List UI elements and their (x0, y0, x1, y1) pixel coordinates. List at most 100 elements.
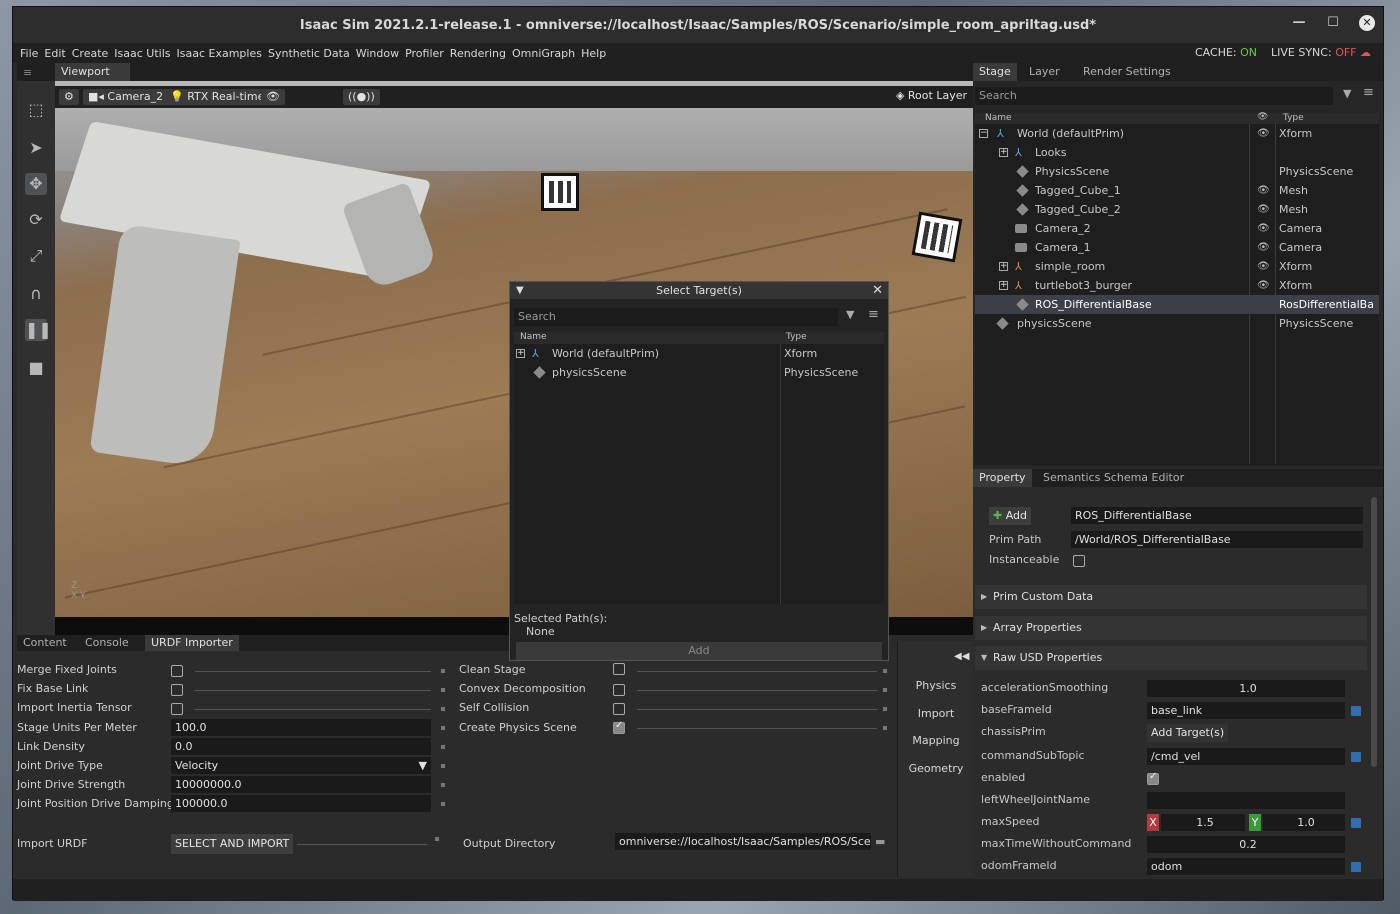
dialog-search-input[interactable]: Search (514, 308, 838, 326)
close-button[interactable]: ✕ (1359, 15, 1375, 31)
stage-row[interactable]: physicsScene PhysicsScene (975, 314, 1379, 333)
filter-icon[interactable]: ▼ (846, 308, 854, 321)
joint-drive-type-select[interactable]: Velocity ▼ (171, 757, 431, 774)
convex-decomposition-checkbox[interactable] (613, 684, 625, 696)
select-and-import-button[interactable]: SELECT AND IMPORT (171, 834, 294, 854)
menu-omnigraph[interactable]: OmniGraph (509, 47, 578, 60)
eye-icon[interactable]: 👁 (1257, 124, 1270, 143)
reset-dot[interactable] (441, 726, 445, 730)
tab-console[interactable]: Console (79, 635, 135, 651)
command-sub-topic-field[interactable]: /cmd_vel (1147, 748, 1345, 765)
instanceable-checkbox[interactable] (1073, 555, 1085, 567)
tree-row[interactable]: physicsScene PhysicsScene (514, 363, 884, 382)
reset-dot[interactable] (883, 707, 887, 711)
create-physics-scene-checkbox[interactable] (613, 720, 625, 734)
tab-layer[interactable]: Layer (1023, 63, 1066, 81)
drag-handle-icon[interactable]: ≡ (23, 66, 32, 79)
hamburger-menu-icon[interactable]: ≡ (868, 307, 879, 322)
expand-plus-icon[interactable]: + (999, 262, 1008, 271)
stage-row[interactable]: Tagged_Cube_2 👁 Mesh (975, 200, 1379, 219)
section-array-properties[interactable]: ▶ Array Properties (975, 616, 1367, 640)
scale-icon[interactable]: ⤢ (25, 245, 47, 267)
minimize-button[interactable]: — (1291, 15, 1307, 31)
tab-render-settings[interactable]: Render Settings (1077, 63, 1177, 81)
eye-icon[interactable]: 👁 (1257, 200, 1270, 219)
odom-frame-id-field[interactable]: odom (1147, 858, 1345, 875)
tab-property[interactable]: Property (973, 469, 1032, 487)
menu-edit[interactable]: Edit (41, 47, 68, 60)
prim-path-field[interactable]: /World/ROS_DifferentialBase (1071, 531, 1363, 548)
hamburger-menu-icon[interactable]: ≡ (1363, 85, 1374, 100)
left-wheel-joint-name-field[interactable] (1147, 792, 1345, 809)
camera-dropdown[interactable]: ■◂ Camera_2 (83, 89, 169, 105)
collapse-left-icon[interactable]: ◀◀ (954, 651, 969, 662)
self-collision-checkbox[interactable] (613, 703, 625, 715)
prim-name-field[interactable]: ROS_DifferentialBase (1071, 507, 1363, 524)
section-prim-custom-data[interactable]: ▶ Prim Custom Data (975, 585, 1367, 609)
broadcast-icon[interactable]: ((●)) (343, 89, 380, 105)
max-time-without-command-field[interactable]: 0.2 (1147, 836, 1345, 853)
folder-icon[interactable]: ▬ (875, 835, 885, 848)
snap-magnet-icon[interactable]: ∩ (25, 283, 47, 305)
clean-stage-checkbox[interactable] (613, 663, 625, 675)
tab-stage[interactable]: Stage (973, 63, 1017, 81)
tab-content[interactable]: Content (17, 635, 73, 651)
stage-row[interactable]: PhysicsScene PhysicsScene (975, 162, 1379, 181)
reset-dot[interactable] (441, 802, 445, 806)
expand-plus-icon[interactable]: + (999, 148, 1008, 157)
collapse-minus-icon[interactable]: − (979, 129, 988, 138)
tab-urdf-importer[interactable]: URDF Importer (145, 635, 239, 651)
tab-viewport[interactable]: Viewport (55, 63, 130, 81)
select-arrow-icon[interactable]: ➤ (25, 137, 47, 159)
collapse-triangle-icon[interactable]: ▼ (516, 282, 524, 299)
stage-row[interactable]: − ⅄ World (defaultPrim) 👁 Xform (975, 124, 1379, 143)
side-tab-import[interactable]: Import (898, 707, 974, 720)
reset-dot[interactable] (435, 837, 439, 841)
menu-window[interactable]: Window (353, 47, 402, 60)
modified-indicator[interactable] (1351, 706, 1361, 716)
live-sync-status[interactable]: LIVE SYNC: OFF ☁ (1271, 46, 1371, 59)
import-inertia-tensor-checkbox[interactable] (171, 703, 183, 715)
expand-plus-icon[interactable]: + (516, 349, 525, 358)
fix-base-link-checkbox[interactable] (171, 684, 183, 696)
side-tab-geometry[interactable]: Geometry (898, 762, 974, 775)
menu-file[interactable]: File (17, 47, 41, 60)
max-speed-x-field[interactable]: 1.5 (1161, 814, 1245, 831)
max-speed-y-field[interactable]: 1.0 (1263, 814, 1345, 831)
maximize-button[interactable]: ☐ (1325, 15, 1341, 31)
eye-icon[interactable]: 👁 (1257, 238, 1270, 257)
apriltag-cube-1[interactable] (541, 173, 579, 211)
link-density-field[interactable]: 0.0 (171, 738, 431, 755)
reset-dot[interactable] (441, 745, 445, 749)
reset-dot[interactable] (441, 669, 445, 673)
eye-icon[interactable]: 👁 (1257, 276, 1270, 295)
stage-row[interactable]: + ⅄ turtlebot3_burger 👁 Xform (975, 276, 1379, 295)
modified-indicator[interactable] (1351, 862, 1361, 872)
renderer-dropdown[interactable]: 💡 RTX Real-time (165, 89, 270, 105)
modified-indicator[interactable] (1351, 752, 1361, 762)
menu-isaac-utils[interactable]: Isaac Utils (111, 47, 173, 60)
merge-fixed-joints-checkbox[interactable] (171, 665, 183, 677)
close-icon[interactable]: ✕ (872, 282, 883, 299)
acceleration-smoothing-field[interactable]: 1.0 (1147, 680, 1345, 697)
menu-isaac-examples[interactable]: Isaac Examples (174, 47, 265, 60)
reset-dot[interactable] (441, 783, 445, 787)
stage-units-field[interactable]: 100.0 (171, 719, 431, 736)
stage-row[interactable]: + ⅄ simple_room 👁 Xform (975, 257, 1379, 276)
tree-row[interactable]: + ⅄ World (defaultPrim) Xform (514, 344, 884, 363)
property-scrollbar[interactable] (1371, 497, 1377, 767)
output-directory-field[interactable]: omniverse://localhost/Isaac/Samples/ROS/… (615, 833, 871, 850)
menu-synthetic-data[interactable]: Synthetic Data (265, 47, 353, 60)
stage-row-selected[interactable]: ROS_DifferentialBase RosDifferentialBa (975, 295, 1379, 314)
stage-row[interactable]: + ⅄ Looks (975, 143, 1379, 162)
menu-profiler[interactable]: Profiler (402, 47, 447, 60)
root-layer-indicator[interactable]: ◈ Root Layer (896, 89, 967, 102)
stage-search-input[interactable]: Search (975, 87, 1333, 105)
eye-icon[interactable]: 👁 (1257, 219, 1270, 238)
add-targets-button[interactable]: Add Target(s) (1147, 724, 1229, 742)
side-tab-physics[interactable]: Physics (898, 679, 974, 692)
base-frame-id-field[interactable]: base_link (1147, 702, 1345, 719)
reset-dot[interactable] (441, 707, 445, 711)
move-icon[interactable]: ✥ (25, 173, 47, 195)
select-box-icon[interactable]: ⬚ (25, 99, 47, 121)
